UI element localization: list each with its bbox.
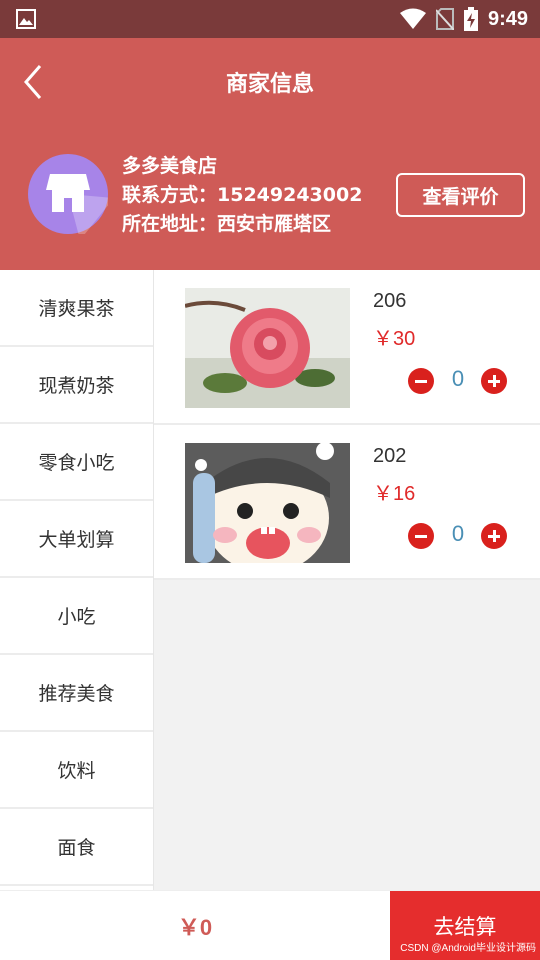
watermark: CSDN @Android毕业设计源码 xyxy=(400,943,536,954)
quantity-stepper: 0 xyxy=(408,366,508,396)
quantity-value: 0 xyxy=(451,521,465,546)
bottom-bar: ￥0 去结算 CSDN @Android毕业设计源码 xyxy=(0,890,540,960)
page-title: 商家信息 xyxy=(225,72,314,97)
category-item[interactable]: 小吃 xyxy=(0,578,153,655)
wifi-icon xyxy=(399,8,426,29)
category-item[interactable]: 现煮奶茶 xyxy=(0,347,153,424)
product-name: 202 xyxy=(373,445,407,467)
category-item[interactable]: 面食 xyxy=(0,809,153,886)
product-image xyxy=(185,288,350,408)
plus-icon[interactable] xyxy=(481,368,507,394)
product-list: 206 ￥30 0 202 ￥16 0 xyxy=(154,270,540,580)
product-price: ￥30 xyxy=(373,328,416,350)
gallery-icon xyxy=(16,9,36,29)
product-item[interactable]: 206 ￥30 0 xyxy=(154,270,540,425)
category-sidebar: 清爽果茶 现煮奶茶 零食小吃 大单划算 小吃 推荐美食 饮料 面食 xyxy=(0,270,154,890)
product-name: 206 xyxy=(373,290,407,312)
shop-avatar xyxy=(28,154,108,234)
category-item[interactable]: 大单划算 xyxy=(0,501,153,578)
shop-address: 所在地址：西安市雁塔区 xyxy=(122,213,332,235)
shop-info: 多多美食店 联系方式：15249243002 所在地址：西安市雁塔区 xyxy=(122,152,362,239)
shop-name: 多多美食店 xyxy=(122,155,218,177)
product-price: ￥16 xyxy=(373,483,416,505)
view-reviews-button[interactable]: 查看评价 xyxy=(396,173,525,217)
quantity-stepper: 0 xyxy=(408,521,508,551)
product-image xyxy=(185,443,350,563)
cart-total: ￥0 xyxy=(177,915,213,940)
quantity-value: 0 xyxy=(451,366,465,391)
minus-icon[interactable] xyxy=(408,368,434,394)
plus-icon[interactable] xyxy=(481,523,507,549)
status-time: 9:49 xyxy=(487,7,528,30)
header: 商家信息 多多美食店 联系方式：15249243002 所在地址：西安市雁塔区 … xyxy=(0,38,540,270)
category-item[interactable]: 零食小吃 xyxy=(0,424,153,501)
battery-charging-icon xyxy=(463,7,478,31)
category-item[interactable]: 推荐美食 xyxy=(0,655,153,732)
minus-icon[interactable] xyxy=(408,523,434,549)
shop-contact: 联系方式：15249243002 xyxy=(122,184,363,206)
status-bar: 9:49 xyxy=(0,0,540,38)
category-item[interactable]: 清爽果茶 xyxy=(0,270,153,347)
no-sim-icon xyxy=(435,8,454,30)
product-item[interactable]: 202 ￥16 0 xyxy=(154,425,540,580)
category-item[interactable]: 饮料 xyxy=(0,732,153,809)
